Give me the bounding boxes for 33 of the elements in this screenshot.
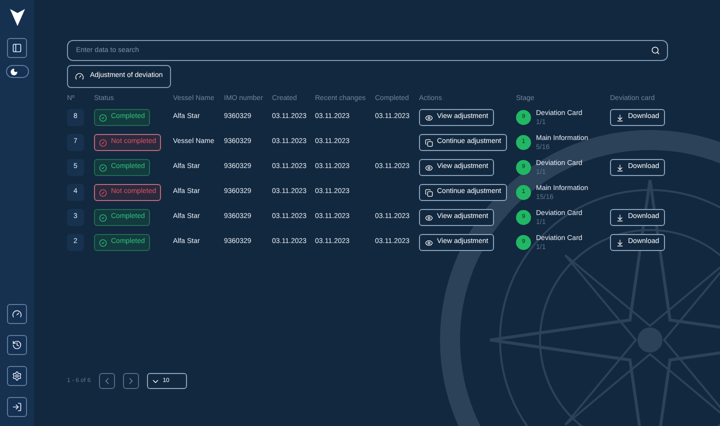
theme-toggle[interactable]: [6, 65, 28, 78]
eye-icon: [425, 238, 433, 246]
download-icon: [616, 214, 624, 222]
gauge-icon: [75, 72, 84, 81]
eye-icon: [425, 214, 433, 222]
logo-icon: [10, 9, 24, 26]
slash-circle-icon: [99, 138, 107, 146]
gauge-button[interactable]: [7, 304, 27, 324]
gauge-icon: [12, 309, 22, 319]
slash-circle-icon: [99, 188, 107, 196]
history-button[interactable]: [7, 335, 27, 355]
check-circle-icon: [99, 214, 107, 222]
panel-toggle-button[interactable]: [7, 38, 27, 58]
check-circle-icon: [99, 238, 107, 246]
previous-page-button[interactable]: [98, 373, 115, 389]
download-icon: [616, 164, 624, 172]
settings-button[interactable]: [7, 366, 27, 386]
logout-button[interactable]: [7, 397, 27, 417]
copy-icon: [425, 138, 433, 146]
check-circle-icon: [99, 114, 107, 122]
eye-icon: [425, 164, 433, 172]
check-circle-icon: [99, 164, 107, 172]
download-icon: [616, 114, 624, 122]
next-page-button[interactable]: [122, 373, 139, 389]
search-icon: [651, 46, 660, 55]
moon-icon: [10, 68, 18, 76]
settings-icon: [12, 371, 22, 381]
history-icon: [12, 340, 22, 350]
logout-icon: [12, 402, 22, 412]
download-icon: [616, 238, 624, 246]
panel-toggle-icon: [12, 43, 22, 53]
eye-icon: [425, 114, 433, 122]
copy-icon: [425, 188, 433, 196]
